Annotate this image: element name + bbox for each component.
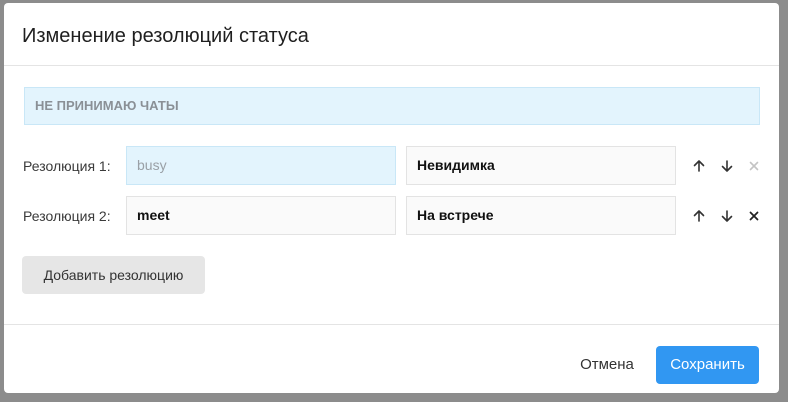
save-button[interactable]: Сохранить	[656, 346, 759, 384]
resolution-2-name-input[interactable]: На встрече	[406, 196, 676, 235]
dialog-title: Изменение резолюций статуса	[22, 25, 309, 47]
resolution-2-move-down-icon[interactable]	[716, 205, 738, 227]
resolution-2-move-up-icon[interactable]	[688, 205, 710, 227]
resolution-edit-dialog: Изменение резолюций статуса НЕ ПРИНИМАЮ …	[4, 3, 779, 393]
resolution-1-remove-icon[interactable]	[743, 155, 765, 177]
resolution-1-name-input[interactable]: Невидимка	[406, 146, 676, 185]
resolution-1-move-down-icon[interactable]	[716, 155, 738, 177]
add-resolution-button[interactable]: Добавить резолюцию	[22, 256, 205, 294]
cancel-button[interactable]: Отмена	[567, 346, 647, 384]
resolution-1-move-up-icon[interactable]	[688, 155, 710, 177]
resolution-1-code-input[interactable]: busy	[126, 146, 396, 185]
resolution-2-label: Резолюция 2:	[23, 208, 111, 224]
status-name-banner: НЕ ПРИНИМАЮ ЧАТЫ	[24, 87, 760, 125]
header-divider	[4, 65, 779, 66]
resolution-2-remove-icon[interactable]	[743, 205, 765, 227]
footer-divider	[4, 324, 779, 325]
resolution-2-code-input[interactable]: meet	[126, 196, 396, 235]
resolution-1-label: Резолюция 1:	[23, 158, 111, 174]
